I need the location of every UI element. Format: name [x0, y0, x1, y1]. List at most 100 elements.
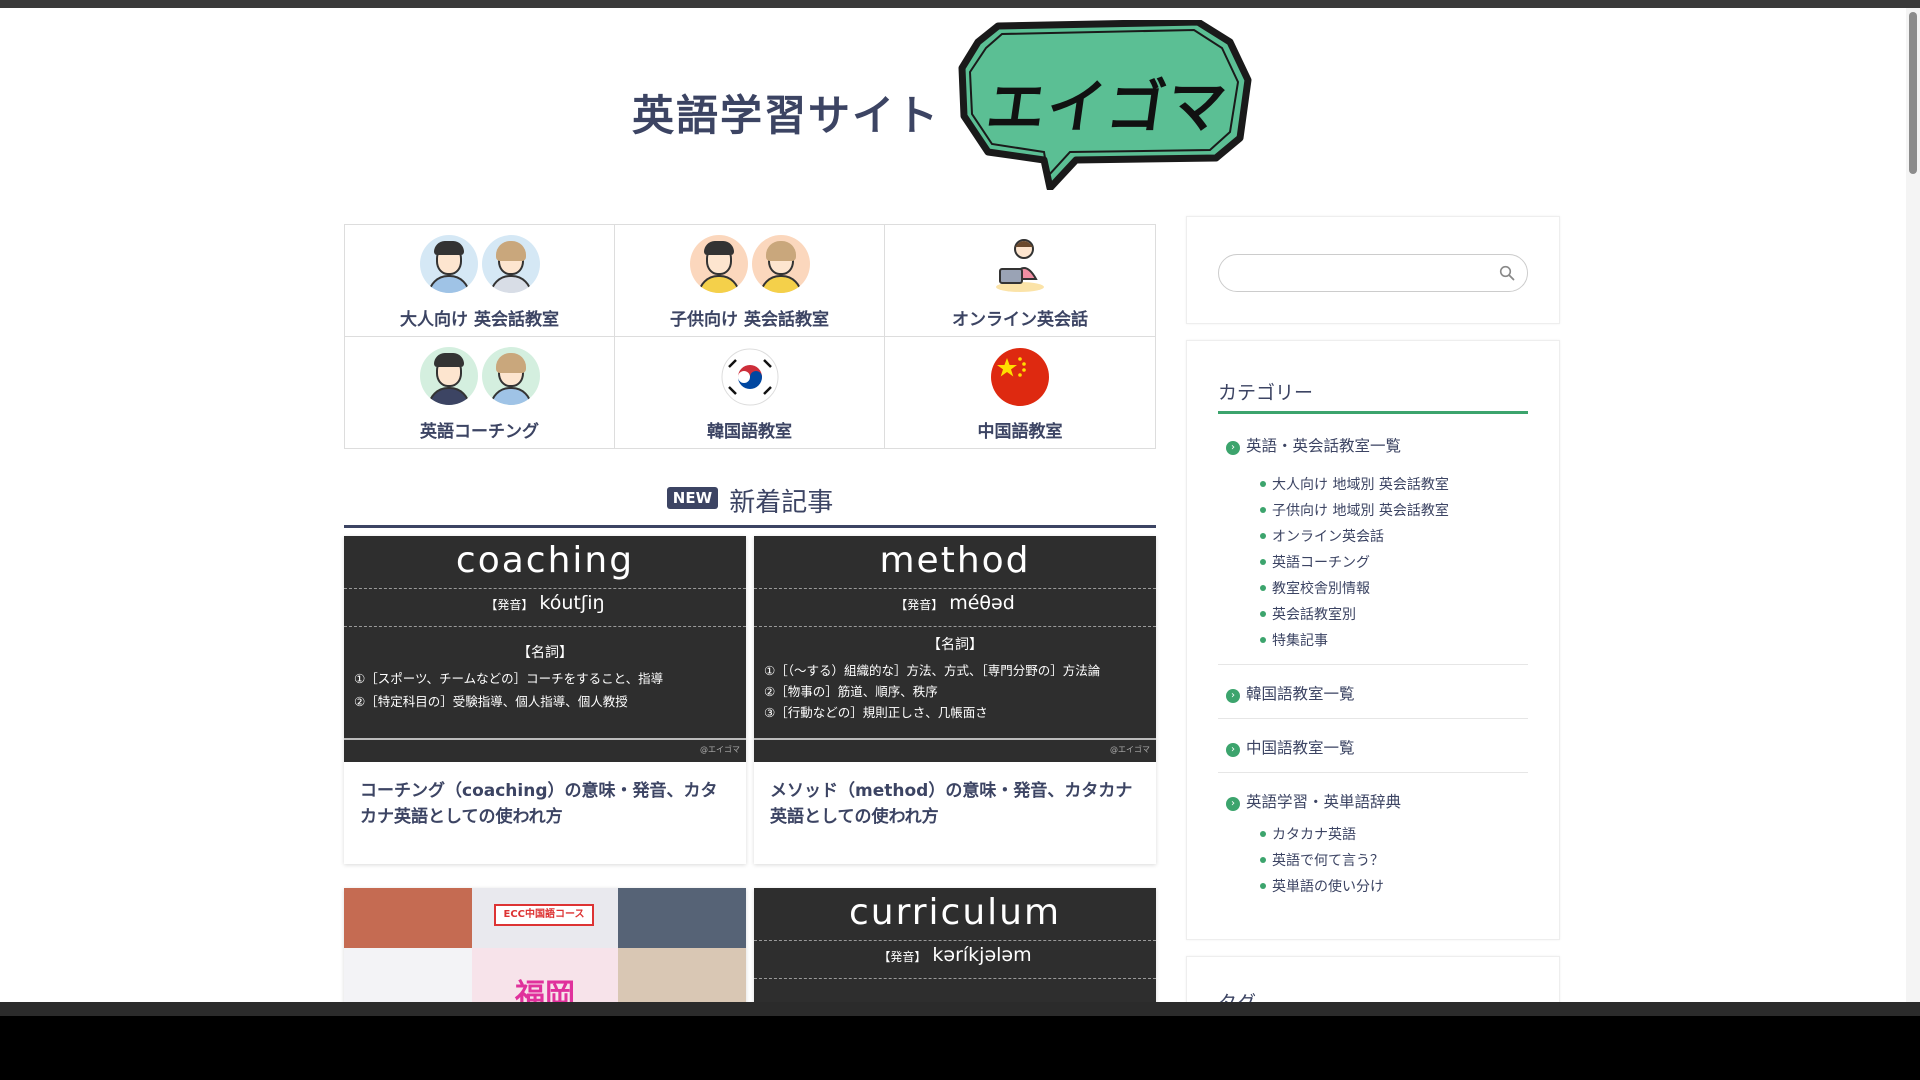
- article-thumbnail[interactable]: coaching 【発音】 kóutʃiŋ 【名詞】 ①［スポーツ、チームなどの］…: [344, 536, 746, 762]
- collage-photo: [344, 888, 472, 948]
- boy-avatar-icon: [689, 235, 748, 293]
- collage-photo: ECC中国語コース: [472, 888, 618, 948]
- thumb-divider: [754, 626, 1156, 627]
- subcategory-online-english[interactable]: オンライン英会話: [1260, 526, 1384, 546]
- thumb-definition: ①［（～する）組織的な］方法、方式、［専門分野の］方法論: [764, 663, 1101, 678]
- subcategory-english-coaching[interactable]: 英語コーチング: [1260, 552, 1370, 572]
- collage-badge: ECC中国語コース: [494, 904, 594, 926]
- article-card-method[interactable]: method 【発音】 méθəd 【名詞】 ①［（～する）組織的な］方法、方式、…: [754, 536, 1156, 864]
- category-english-coaching[interactable]: 英語コーチング: [345, 336, 615, 448]
- category-grid: 大人向け 英会話教室 子供向け 英会話教室 オンライン英会話 英語コーチング 韓…: [344, 224, 1156, 449]
- thumb-part-of-speech: 【名詞】: [927, 637, 983, 653]
- woman-avatar-icon: [481, 235, 540, 293]
- pron-label: 【発音】: [878, 950, 927, 964]
- collage-photo: [344, 948, 472, 1002]
- man-avatar-icon: [419, 235, 478, 293]
- china-flag-icon: [991, 347, 1049, 406]
- laptop-learner-icon: [996, 239, 1044, 292]
- collage-photo: [618, 888, 746, 948]
- category-link-label: 中国語教室一覧: [1246, 739, 1355, 757]
- category-icons: [345, 346, 614, 407]
- section-title: 新着記事: [729, 488, 834, 518]
- article-card-coaching[interactable]: coaching 【発音】 kóutʃiŋ 【名詞】 ①［スポーツ、チームなどの］…: [344, 536, 746, 864]
- new-badge: NEW: [666, 486, 719, 509]
- subcategory-school-branch-info[interactable]: 教室校舎別情報: [1260, 578, 1370, 598]
- thumb-divider: [754, 588, 1156, 589]
- article-title[interactable]: メソッド（method）の意味・発音、カタカナ英語としての使われ方: [754, 762, 1156, 864]
- category-korean-schools[interactable]: › 韓国語教室一覧: [1226, 682, 1355, 704]
- subcategory-features[interactable]: 特集記事: [1260, 630, 1328, 650]
- category-label: 英語コーチング: [420, 421, 539, 442]
- category-adult-english[interactable]: 大人向け 英会話教室: [345, 225, 615, 337]
- category-icons: [885, 347, 1155, 407]
- category-link-label: 英語学習・英単語辞典: [1246, 793, 1402, 811]
- thumb-definition: ②［特定科目の］受験指導、個人指導、個人教授: [354, 694, 628, 709]
- thumb-pronunciation: 【発音】 kəríkjələm: [754, 944, 1156, 966]
- thumb-word: coaching: [455, 540, 635, 581]
- category-online-english[interactable]: オンライン英会話: [885, 225, 1155, 337]
- thumb-credit: @エイゴマ: [700, 745, 740, 754]
- vertical-scrollbar[interactable]: [1906, 8, 1920, 1002]
- girl-avatar-icon: [751, 235, 810, 293]
- logo-text: エイゴマ: [982, 73, 1233, 141]
- category-english-dictionary[interactable]: › 英語学習・英単語辞典: [1226, 790, 1401, 812]
- article-card-chinese-schools[interactable]: ECC中国語コース 福岡: [344, 888, 746, 1002]
- site-logo[interactable]: エイゴマ: [958, 18, 1258, 192]
- search-icon[interactable]: [1499, 265, 1515, 281]
- subcategory-kids-by-region[interactable]: 子供向け 地域別 英会話教室: [1260, 500, 1449, 520]
- thumb-pronunciation: 【発音】 kóutʃiŋ: [344, 592, 746, 614]
- chevron-right-icon: ›: [1226, 743, 1240, 757]
- korea-flag-icon: [721, 348, 778, 405]
- category-chinese-schools[interactable]: › 中国語教室一覧: [1226, 736, 1355, 758]
- article-thumbnail[interactable]: curriculum 【発音】 kəríkjələm: [754, 888, 1156, 1002]
- subcategory-katakana-english[interactable]: カタカナ英語: [1260, 824, 1356, 844]
- new-articles-heading: NEW 新着記事: [344, 482, 1156, 528]
- window-bottom-edge: [0, 1002, 1920, 1016]
- category-english-schools[interactable]: › 英語・英会話教室一覧: [1226, 434, 1401, 456]
- chevron-right-icon: ›: [1226, 689, 1240, 703]
- category-chinese[interactable]: 中国語教室: [885, 337, 1155, 449]
- thumb-pronunciation: 【発音】 méθəd: [754, 592, 1156, 614]
- tag-widget-title: タグ: [1218, 988, 1256, 1002]
- pron-text: kóutʃiŋ: [539, 592, 605, 614]
- browser-frame: 英語学習サイト エイゴマ 大人向け 英会話教室 子供向け 英会話教室 オンライン…: [0, 0, 1920, 1080]
- thumb-credit: @エイゴマ: [1110, 745, 1150, 754]
- article-collage-thumbnail[interactable]: ECC中国語コース 福岡: [344, 888, 746, 1002]
- thumb-part-of-speech: 【名詞】: [517, 645, 573, 661]
- article-card-curriculum[interactable]: curriculum 【発音】 kəríkjələm: [754, 888, 1156, 1002]
- chevron-right-icon: ›: [1226, 797, 1240, 811]
- thumb-divider: [344, 588, 746, 589]
- chevron-right-icon: ›: [1226, 441, 1240, 455]
- search-input[interactable]: [1233, 263, 1483, 285]
- category-link-label: 韓国語教室一覧: [1246, 685, 1355, 703]
- category-label: 大人向け 英会話教室: [400, 310, 559, 330]
- thumb-word: curriculum: [848, 892, 1062, 933]
- site-title[interactable]: 英語学習サイト: [632, 82, 940, 143]
- category-icons: [885, 235, 1155, 295]
- subcategory-word-usage[interactable]: 英単語の使い分け: [1260, 876, 1384, 896]
- category-separator: [1218, 718, 1528, 719]
- category-label: 韓国語教室: [707, 421, 792, 442]
- subcategory-by-school[interactable]: 英会話教室別: [1260, 604, 1356, 624]
- subcategory-adult-by-region[interactable]: 大人向け 地域別 英会話教室: [1260, 474, 1449, 494]
- pron-label: 【発音】: [485, 598, 534, 612]
- search-box[interactable]: [1218, 254, 1528, 292]
- article-title[interactable]: コーチング（coaching）の意味・発音、カタカナ英語としての使われ方: [344, 762, 746, 864]
- article-thumbnail[interactable]: method 【発音】 méθəd 【名詞】 ①［（～する）組織的な］方法、方式、…: [754, 536, 1156, 762]
- thumb-definition: ③［行動などの］規則正しさ、几帳面さ: [764, 705, 988, 720]
- thumb-divider: [344, 626, 746, 627]
- category-label: 中国語教室: [977, 421, 1063, 442]
- scrollbar-thumb[interactable]: [1909, 12, 1917, 174]
- page-viewport: 英語学習サイト エイゴマ 大人向け 英会話教室 子供向け 英会話教室 オンライン…: [0, 8, 1906, 1002]
- thumb-divider: [754, 978, 1156, 979]
- category-kids-english[interactable]: 子供向け 英会話教室: [615, 225, 885, 337]
- thumb-definition: ①［スポーツ、チームなどの］コーチをすること、指導: [354, 671, 664, 686]
- pron-text: kəríkjələm: [932, 944, 1032, 966]
- category-korean[interactable]: 韓国語教室: [615, 336, 885, 448]
- collage-label: 福岡: [515, 978, 575, 1002]
- thumb-definition: ②［物事の］筋道、順序、秩序: [764, 684, 938, 699]
- coach-avatar-icon: [419, 346, 478, 405]
- pron-text: méθəd: [949, 592, 1015, 614]
- thumb-divider: [754, 738, 1156, 740]
- subcategory-how-to-say[interactable]: 英語で何て言う？: [1260, 850, 1384, 870]
